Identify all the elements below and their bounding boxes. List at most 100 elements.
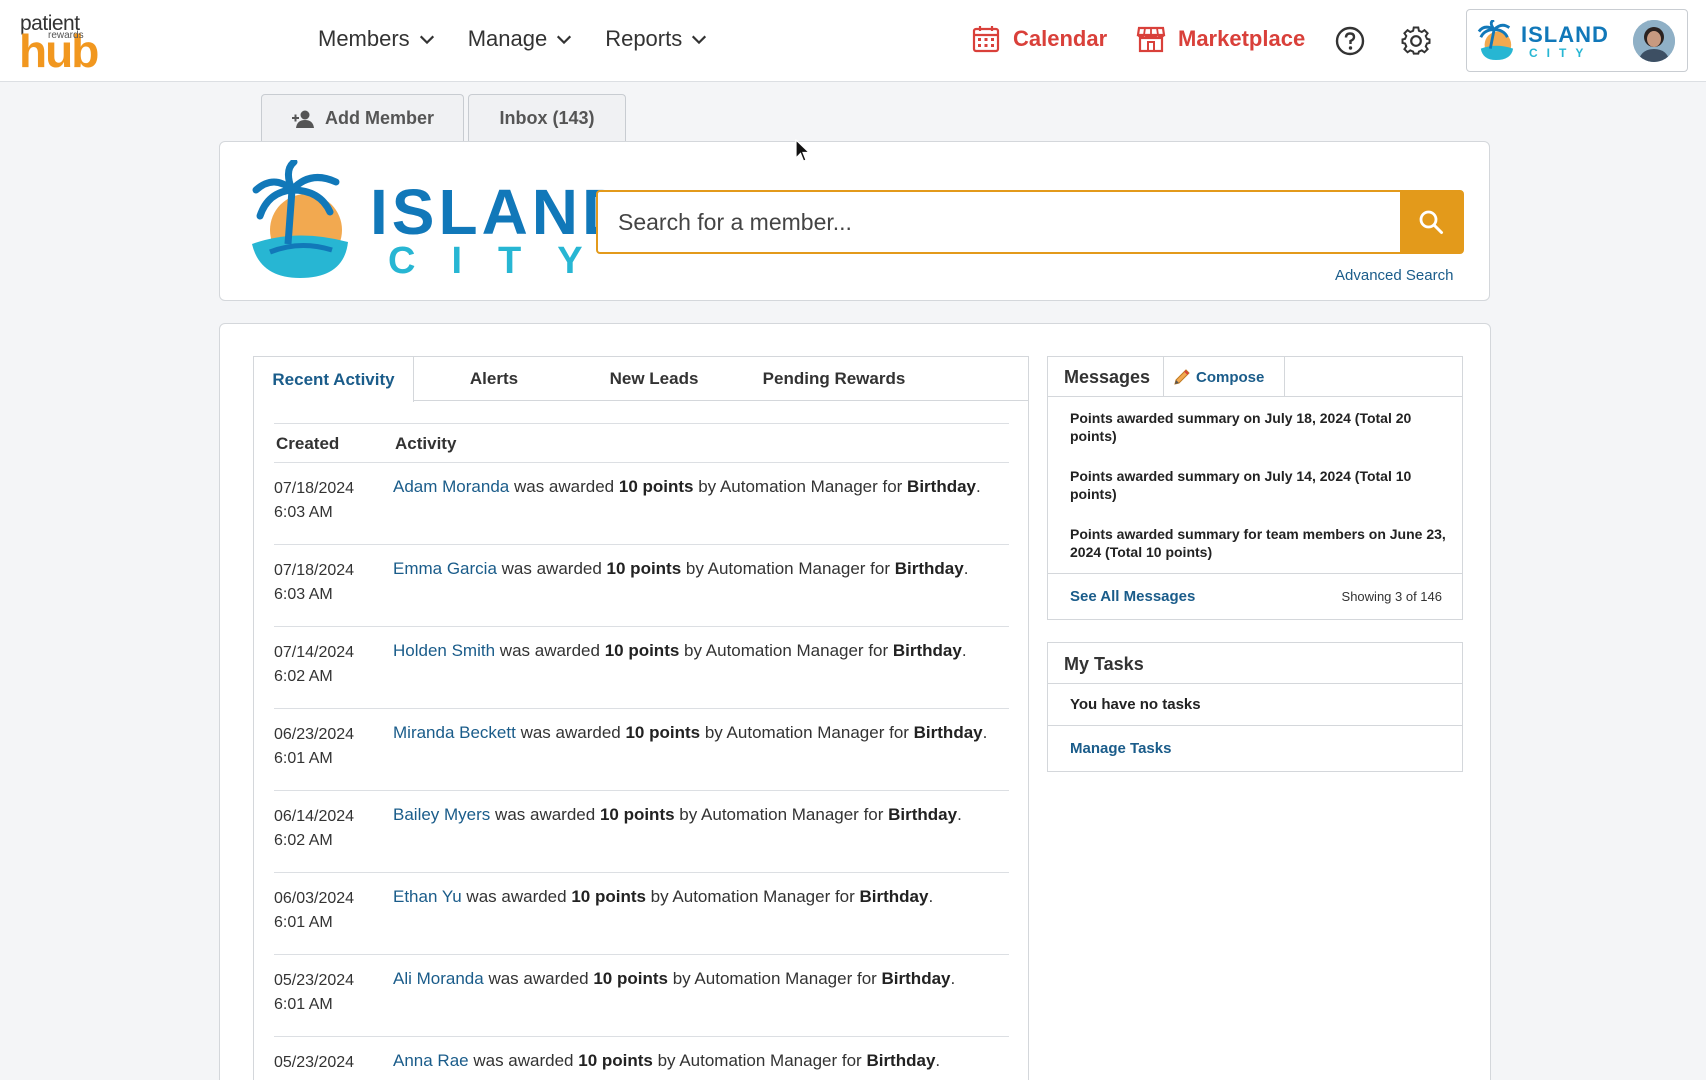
row-text: by Automation Manager for: [667, 969, 882, 988]
row-date: 07/14/2024: [274, 644, 355, 661]
message-item[interactable]: Points awarded summary on July 14, 2024 …: [1070, 467, 1450, 503]
row-reason: Birthday: [894, 559, 964, 578]
row-points: 10 points: [618, 477, 694, 496]
manage-tasks-link[interactable]: Manage Tasks: [1070, 740, 1171, 757]
row-activity: Ethan Yu was awarded 10 points by Automa…: [393, 887, 933, 907]
nav-members[interactable]: Members: [318, 26, 436, 52]
patient-rewards-hub-logo[interactable]: patient hub rewards: [19, 12, 106, 74]
message-item[interactable]: Points awarded summary on July 18, 2024 …: [1070, 409, 1450, 445]
activity-table-header: Created Activity: [274, 423, 1009, 463]
row-text: was awarded: [509, 477, 619, 496]
help-icon[interactable]: [1334, 25, 1366, 57]
row-text: by Automation Manager for: [679, 641, 893, 660]
org-name-line1: ISLAND: [1521, 22, 1609, 47]
advanced-search-link[interactable]: Advanced Search: [1335, 267, 1453, 284]
row-text: was awarded: [495, 641, 605, 660]
add-member-tab[interactable]: Add Member: [261, 94, 464, 142]
nav-manage[interactable]: Manage: [468, 26, 574, 52]
add-member-label: Add Member: [324, 108, 434, 128]
table-row: 05/23/2024 Anna Rae was awarded 10 point…: [274, 1037, 1009, 1080]
tasks-header: My Tasks: [1048, 643, 1462, 684]
row-text: .: [976, 477, 981, 496]
row-reason: Birthday: [888, 805, 958, 824]
member-search-input[interactable]: [598, 192, 1382, 252]
row-time: 6:01 AM: [274, 996, 333, 1013]
tab-recent-activity[interactable]: Recent Activity: [254, 357, 414, 402]
row-reason: Birthday: [866, 1051, 936, 1070]
row-points: 10 points: [578, 1051, 653, 1070]
row-reason: Birthday: [892, 641, 962, 660]
chevron-down-icon: [557, 35, 572, 45]
member-link[interactable]: Anna Rae: [393, 1051, 469, 1070]
island-city-logo-icon: [1477, 20, 1514, 60]
row-activity: Anna Rae was awarded 10 points by Automa…: [393, 1051, 940, 1071]
row-date: 07/18/2024: [274, 480, 355, 497]
row-text: by Automation Manager for: [681, 559, 895, 578]
user-avatar[interactable]: [1633, 20, 1675, 62]
inbox-label: Inbox (143): [499, 108, 595, 128]
member-link[interactable]: Holden Smith: [393, 641, 495, 660]
compose-button[interactable]: Compose: [1163, 357, 1285, 397]
row-activity: Adam Moranda was awarded 10 points by Au…: [393, 477, 981, 497]
row-text: by Automation Manager for: [700, 723, 914, 742]
row-date: 06/23/2024: [274, 726, 355, 743]
organization-switcher[interactable]: ISLAND CITY: [1466, 9, 1688, 72]
add-user-icon: [291, 110, 314, 128]
column-activity: Activity: [395, 434, 457, 453]
row-text: was awarded: [496, 559, 607, 578]
table-row: 06/03/2024 6:01 AM Ethan Yu was awarded 1…: [274, 873, 1009, 955]
tasks-title: My Tasks: [1064, 654, 1144, 674]
row-text: by Automation Manager for: [674, 805, 889, 824]
org-title-line1: ISLAND: [370, 176, 633, 248]
activity-rows: 07/18/2024 6:03 AM Adam Moranda was award…: [274, 463, 1009, 1080]
table-row: 07/14/2024 6:02 AM Holden Smith was award…: [274, 627, 1009, 709]
row-created: 06/14/2024 6:02 AM: [274, 805, 354, 853]
island-city-logo-icon: [252, 160, 348, 278]
row-activity: Holden Smith was awarded 10 points by Au…: [393, 641, 967, 661]
see-all-messages-link[interactable]: See All Messages: [1070, 588, 1195, 605]
row-time: 6:02 AM: [274, 832, 333, 849]
row-text: .: [963, 559, 969, 578]
tab-new-leads[interactable]: New Leads: [574, 357, 734, 401]
table-row: 07/18/2024 6:03 AM Adam Moranda was award…: [274, 463, 1009, 545]
user-avatar-image: [1633, 20, 1675, 62]
message-item[interactable]: Points awarded summary for team members …: [1070, 525, 1450, 561]
row-points: 10 points: [604, 641, 680, 660]
member-link[interactable]: Bailey Myers: [393, 805, 490, 824]
gear-icon[interactable]: [1400, 25, 1432, 57]
chevron-down-icon: [692, 35, 707, 45]
member-link[interactable]: Miranda Beckett: [393, 723, 516, 742]
member-link[interactable]: Ali Moranda: [393, 969, 484, 988]
nav-manage-label: Manage: [467, 26, 548, 51]
messages-header: Messages Compose: [1048, 357, 1462, 397]
storefront-icon: [1136, 26, 1166, 53]
member-link[interactable]: Adam Moranda: [393, 477, 509, 496]
row-reason: Birthday: [913, 723, 983, 742]
table-row: 05/23/2024 6:01 AM Ali Moranda was awarde…: [274, 955, 1009, 1037]
row-created: 06/03/2024 6:01 AM: [274, 887, 354, 935]
search-button[interactable]: [1400, 192, 1462, 252]
tab-pending-rewards[interactable]: Pending Rewards: [734, 357, 934, 401]
row-text: .: [935, 1051, 941, 1070]
nav-reports[interactable]: Reports: [605, 26, 708, 52]
marketplace-link[interactable]: Marketplace: [1136, 24, 1305, 54]
member-link[interactable]: Ethan Yu: [393, 887, 462, 906]
inbox-tab[interactable]: Inbox (143): [468, 94, 626, 142]
search-icon: [1419, 210, 1443, 234]
messages-list: Points awarded summary on July 18, 2024 …: [1070, 409, 1450, 583]
row-points: 10 points: [593, 969, 668, 988]
row-activity: Ali Moranda was awarded 10 points by Aut…: [393, 969, 955, 989]
tab-alerts[interactable]: Alerts: [414, 357, 574, 401]
table-row: 06/14/2024 6:02 AM Bailey Myers was award…: [274, 791, 1009, 873]
row-text: was awarded: [468, 1051, 579, 1070]
row-time: 6:01 AM: [274, 750, 333, 767]
row-date: 05/23/2024: [274, 972, 355, 989]
row-text: was awarded: [483, 969, 594, 988]
row-text: .: [950, 969, 956, 988]
tasks-footer: Manage Tasks: [1048, 725, 1462, 771]
org-name-line2: CITY: [1529, 46, 1593, 60]
nav-reports-label: Reports: [605, 26, 683, 51]
calendar-link[interactable]: Calendar: [971, 24, 1107, 54]
table-row: 06/23/2024 6:01 AM Miranda Beckett was aw…: [274, 709, 1009, 791]
member-link[interactable]: Emma Garcia: [393, 559, 497, 578]
